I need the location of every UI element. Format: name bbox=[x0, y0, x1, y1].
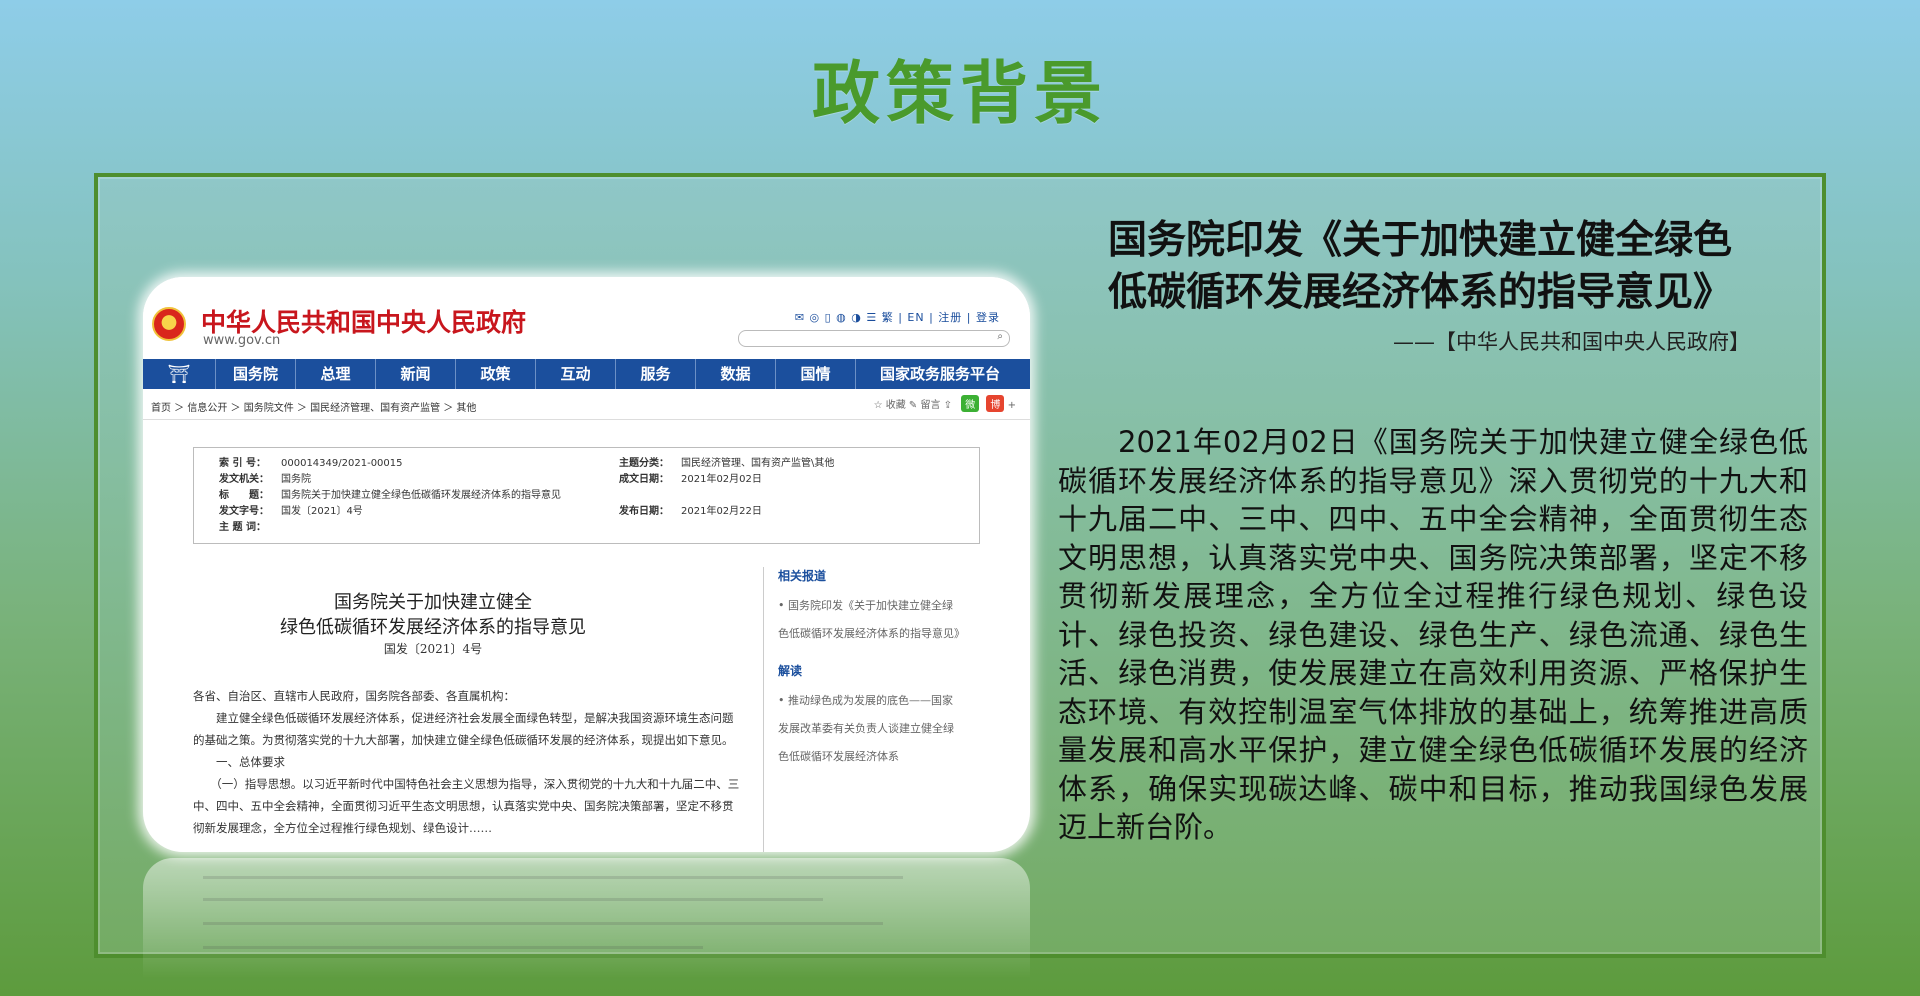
source-attribution: ——【中华人民共和国中央人民政府】 bbox=[1393, 330, 1750, 354]
related-link[interactable]: • 国务院印发《关于加快建立健全绿色低碳循环发展经济体系的指导意见》 bbox=[778, 592, 965, 648]
page-tools-label[interactable]: ☆ 收藏 ✎ 留言 ⇪ bbox=[874, 400, 952, 411]
screenshot-reflection bbox=[143, 858, 1030, 978]
tiananmen-icon[interactable]: ⛩ bbox=[143, 359, 215, 389]
body-paragraph: 各省、自治区、直辖市人民政府，国务院各部委、各直属机构： bbox=[193, 689, 515, 703]
gov-site-url: www.gov.cn bbox=[203, 333, 281, 348]
main-nav: ⛩ 国务院 总理 新闻 政策 互动 服务 数据 国情 国家政务服务平台 bbox=[143, 359, 1030, 389]
slide-title: 政策背景 bbox=[811, 55, 1108, 134]
nav-item-interaction[interactable]: 互动 bbox=[535, 359, 615, 389]
page-tools: ☆ 收藏 ✎ 留言 ⇪ 微 博 + bbox=[874, 395, 1016, 412]
divider bbox=[143, 419, 1030, 420]
document-title: 国务院关于加快建立健全 绿色低碳循环发展经济体系的指导意见 bbox=[280, 592, 586, 638]
search-icon[interactable]: ⌕ bbox=[997, 331, 1003, 342]
breadcrumb[interactable]: 首页 ＞ 信息公开 ＞ 国务院文件 ＞ 国民经济管理、国有资产监管 ＞ 其他 bbox=[151, 399, 476, 414]
body-paragraph: 一、总体要求 bbox=[193, 755, 285, 769]
nav-item-premier[interactable]: 总理 bbox=[295, 359, 375, 389]
related-heading: 相关报道 bbox=[778, 569, 827, 583]
top-utility-links[interactable]: ✉ ◎ ▯ ◍ ◑ ☰ 繁 | EN | 注册 | 登录 bbox=[795, 309, 1000, 325]
interpret-link[interactable]: • 推动绿色成为发展的底色——国家发展改革委有关负责人谈建立健全绿色低碳循环发展… bbox=[778, 687, 963, 771]
search-input[interactable]: ⌕ bbox=[738, 330, 1010, 347]
headline: 国务院印发《关于加快建立健全绿色 低碳循环发展经济体系的指导意见》 bbox=[1107, 218, 1732, 315]
national-emblem-icon bbox=[152, 307, 186, 341]
weibo-share-icon[interactable]: 博 bbox=[986, 395, 1005, 412]
nav-item-national-info[interactable]: 国情 bbox=[775, 359, 855, 389]
nav-item-data[interactable]: 数据 bbox=[695, 359, 775, 389]
interpret-heading: 解读 bbox=[778, 664, 803, 678]
nav-item-state-council[interactable]: 国务院 bbox=[215, 359, 295, 389]
gov-webpage-screenshot: 中华人民共和国中央人民政府 www.gov.cn ✉ ◎ ▯ ◍ ◑ ☰ 繁 |… bbox=[143, 277, 1030, 852]
body-paragraph: （一）指导思想。以习近平新时代中国特色社会主义思想为指导，深入贯彻党的十九大和十… bbox=[193, 777, 740, 835]
document-body: 各省、自治区、直辖市人民政府，国务院各部委、各直属机构： 建立健全绿色低碳循环发… bbox=[193, 685, 743, 852]
summary-paragraph: 2021年02月02日《国务院关于加快建立健全绿色低碳循环发展经济体系的指导意见… bbox=[1058, 425, 1808, 844]
nav-item-service-platform[interactable]: 国家政务服务平台 bbox=[855, 359, 1024, 389]
document-info-table: 索 引 号： 000014349/2021-00015 主题分类： 国民经济管理、国… bbox=[193, 447, 980, 544]
nav-item-news[interactable]: 新闻 bbox=[375, 359, 455, 389]
body-paragraph: 建立健全绿色低碳循环发展经济体系，促进经济社会发展全面绿色转型，是解决我国资源环… bbox=[193, 711, 734, 747]
gov-header: 中华人民共和国中央人民政府 www.gov.cn ✉ ◎ ▯ ◍ ◑ ☰ 繁 |… bbox=[143, 277, 1030, 359]
more-share-icon[interactable]: + bbox=[1008, 400, 1016, 411]
document-number: 国发〔2021〕4号 bbox=[383, 642, 483, 656]
nav-item-policy[interactable]: 政策 bbox=[455, 359, 535, 389]
wechat-share-icon[interactable]: 微 bbox=[961, 395, 980, 412]
related-sidebar: 相关报道 • 国务院印发《关于加快建立健全绿色低碳循环发展经济体系的指导意见》 … bbox=[763, 567, 965, 852]
nav-item-services[interactable]: 服务 bbox=[615, 359, 695, 389]
